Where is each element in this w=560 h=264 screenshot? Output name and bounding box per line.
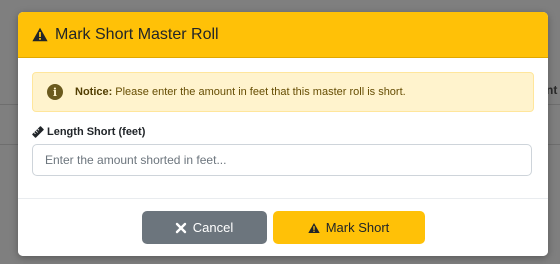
close-icon — [175, 222, 186, 233]
notice-text: Please enter the amount in feet that thi… — [115, 86, 406, 98]
warning-triangle-icon — [308, 222, 320, 233]
mark-short-button-label: Mark Short — [325, 220, 390, 235]
length-short-label-text: Length Short (feet) — [47, 126, 146, 138]
background-divider — [548, 104, 560, 105]
modal-body: i Notice: Please enter the amount in fee… — [18, 58, 548, 199]
background-divider — [548, 144, 560, 145]
modal-title-text: Mark Short Master Roll — [55, 25, 219, 43]
mark-short-button[interactable]: Mark Short — [272, 211, 425, 244]
length-short-label: Length Short (feet) — [32, 126, 534, 138]
modal-footer: Cancel Mark Short — [18, 199, 548, 256]
modal-header: Mark Short Master Roll — [18, 12, 548, 58]
ruler-icon — [32, 126, 44, 138]
info-circle-icon: i — [47, 84, 63, 100]
notice-alert: i Notice: Please enter the amount in fee… — [32, 72, 534, 112]
mark-short-modal: Mark Short Master Roll i Notice: Please … — [18, 12, 548, 256]
cancel-button-label: Cancel — [192, 220, 234, 235]
modal-title: Mark Short Master Roll — [32, 26, 219, 44]
cancel-button[interactable]: Cancel — [141, 211, 267, 244]
warning-triangle-icon — [32, 27, 48, 42]
background-divider — [0, 144, 18, 145]
background-column-header: nt — [546, 83, 558, 97]
length-short-input[interactable] — [32, 144, 532, 176]
background-divider — [0, 104, 18, 105]
notice-label: Notice: — [75, 86, 113, 98]
